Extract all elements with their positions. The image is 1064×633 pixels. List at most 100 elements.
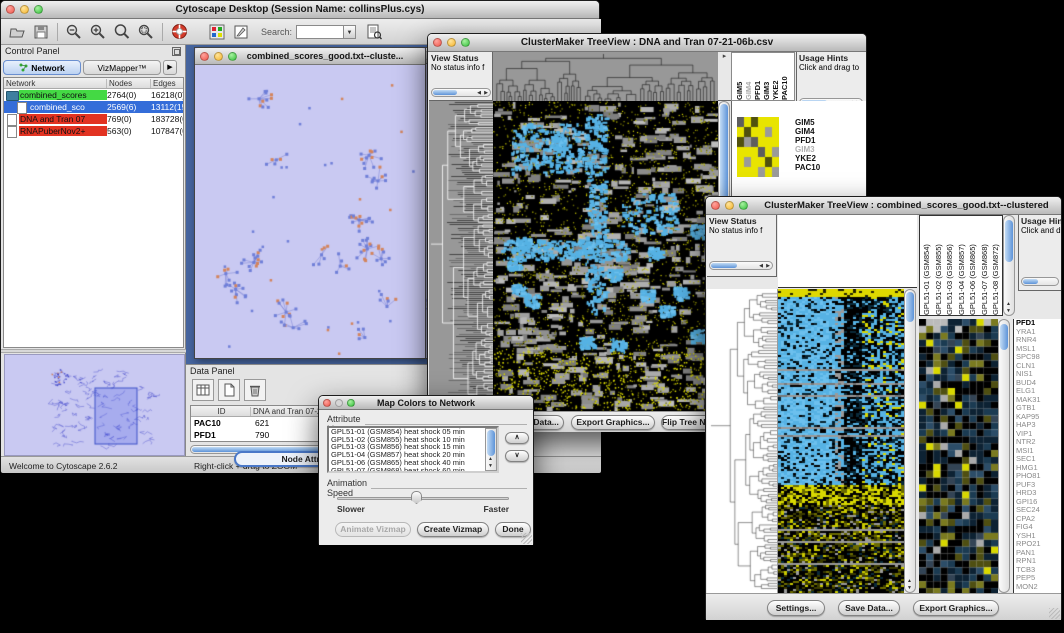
select-attributes-icon[interactable] bbox=[192, 379, 214, 401]
network-window-1[interactable]: combined_scores_good.txt--cluste... bbox=[194, 47, 426, 359]
network-table-header[interactable]: Network Nodes Edges bbox=[4, 78, 183, 89]
usage-hints-hscrollbar[interactable] bbox=[1021, 277, 1059, 286]
zoom-window-icon[interactable] bbox=[739, 201, 748, 210]
scroll-down-icon[interactable]: ▼ bbox=[1006, 308, 1011, 314]
scroll-left-icon[interactable]: ◀ bbox=[759, 263, 763, 269]
scroll-left-icon[interactable]: ◀ bbox=[477, 90, 481, 96]
speed-slider-thumb[interactable] bbox=[411, 491, 422, 504]
column-label[interactable]: PAC10 bbox=[780, 53, 788, 100]
scroll-right-icon[interactable]: ▶ bbox=[766, 263, 770, 269]
scrollbar-thumb[interactable] bbox=[711, 263, 737, 268]
move-down-button[interactable]: ∨ bbox=[505, 450, 529, 462]
column-label[interactable]: GPL51-03 (GSM856) bbox=[945, 216, 957, 315]
scroll-up-icon[interactable]: ▲ bbox=[488, 456, 493, 462]
column-label[interactable]: GPL51-04 (GSM857) bbox=[957, 216, 969, 315]
column-label[interactable]: GPL51-08 (GSM872) bbox=[991, 216, 1003, 315]
treeview1-titlebar[interactable]: ClusterMaker TreeView : DNA and Tran 07-… bbox=[428, 34, 866, 52]
scroll-down-icon[interactable]: ▼ bbox=[488, 463, 493, 469]
col-id[interactable]: ID bbox=[191, 407, 251, 416]
tab-vizmapper[interactable]: VizMapper™ bbox=[83, 60, 161, 75]
vizmap-icon[interactable] bbox=[205, 20, 229, 44]
scroll-up-icon[interactable]: ▲ bbox=[907, 578, 912, 584]
scroll-right-icon[interactable]: ▶ bbox=[484, 90, 488, 96]
minimize-icon[interactable] bbox=[20, 5, 29, 14]
mini-heatmap-canvas[interactable] bbox=[737, 117, 779, 177]
zoom-window-icon[interactable] bbox=[347, 399, 355, 407]
scrollbar-thumb[interactable] bbox=[433, 90, 457, 95]
search-combobox[interactable]: ▼ bbox=[296, 25, 356, 39]
gene-label[interactable]: PFD1 bbox=[795, 136, 820, 145]
zoom-in-icon[interactable] bbox=[86, 20, 110, 44]
search-dropdown-icon[interactable]: ▼ bbox=[344, 25, 356, 39]
column-label[interactable]: GPL51-07 (GSM868) bbox=[980, 216, 992, 315]
table-row[interactable]: RNAPuberNov2+ 563(0) 107847(0) bbox=[4, 125, 183, 137]
column-label[interactable]: GPL51-06 (GSM865) bbox=[968, 216, 980, 315]
heatmap-vscrollbar[interactable]: ▲ ▼ bbox=[904, 289, 916, 593]
close-icon[interactable] bbox=[711, 201, 720, 210]
treeview2-titlebar[interactable]: ClusterMaker TreeView : combined_scores_… bbox=[706, 197, 1061, 215]
column-label[interactable]: GPL51-02 (GSM855) bbox=[934, 216, 946, 315]
animate-vizmap-button[interactable]: Animate Vizmap bbox=[335, 522, 411, 537]
gene-label[interactable]: GIM5 bbox=[795, 118, 820, 127]
annotation-icon[interactable] bbox=[229, 20, 253, 44]
row-dendrogram-canvas[interactable] bbox=[429, 101, 493, 411]
gene-label[interactable]: MON2 bbox=[1016, 583, 1061, 592]
save-data-button[interactable]: Save Data... bbox=[838, 600, 900, 616]
panel-splitter[interactable] bbox=[1, 349, 186, 353]
col-edges[interactable]: Edges bbox=[151, 79, 183, 88]
close-icon[interactable] bbox=[6, 5, 15, 14]
settings-button[interactable]: Settings... bbox=[767, 600, 825, 616]
zoom-fit-icon[interactable] bbox=[110, 20, 134, 44]
create-vizmap-button[interactable]: Create Vizmap bbox=[417, 522, 489, 537]
network-window-1-titlebar[interactable]: combined_scores_good.txt--cluste... bbox=[195, 48, 425, 65]
close-icon[interactable] bbox=[433, 38, 442, 47]
zoom-out-icon[interactable] bbox=[62, 20, 86, 44]
save-session-icon[interactable] bbox=[29, 20, 53, 44]
column-label[interactable]: PFD1 bbox=[753, 53, 761, 100]
minimize-icon[interactable] bbox=[335, 399, 343, 407]
tab-network[interactable]: Network bbox=[3, 60, 81, 75]
heatmap-canvas[interactable] bbox=[778, 289, 904, 593]
minimize-icon[interactable] bbox=[725, 201, 734, 210]
network-overview-canvas[interactable] bbox=[4, 354, 185, 456]
col-network[interactable]: Network bbox=[4, 79, 107, 88]
resize-grip[interactable] bbox=[521, 533, 532, 544]
table-row[interactable]: combined_sco 2569(6) 13112(15) bbox=[4, 101, 183, 113]
close-icon[interactable] bbox=[200, 52, 209, 61]
column-label[interactable]: GIM3 bbox=[762, 53, 770, 100]
column-label[interactable]: GIM4 bbox=[744, 53, 752, 100]
table-row[interactable]: combined_scores 2764(0) 16218(0) bbox=[4, 89, 183, 101]
export-graphics-button[interactable]: Export Graphics... bbox=[571, 415, 655, 430]
scroll-up-icon[interactable]: ▲ bbox=[1006, 301, 1011, 307]
scrollbar-thumb[interactable] bbox=[1005, 220, 1013, 262]
zoomed-heatmap-canvas[interactable] bbox=[919, 319, 998, 593]
zoom-selected-icon[interactable] bbox=[134, 20, 158, 44]
attribute-item[interactable]: GPL51-07 (GSM868) heat shock 60 min bbox=[329, 467, 497, 473]
table-row[interactable]: DNA and Tran 07 769(0) 183728(0) bbox=[4, 113, 183, 125]
view-status-hscrollbar[interactable]: ◀ ▶ bbox=[709, 261, 773, 270]
export-graphics-button[interactable]: Export Graphics... bbox=[913, 600, 999, 616]
dialog-titlebar[interactable]: Map Colors to Network bbox=[319, 396, 533, 410]
scrollbar-thumb[interactable] bbox=[1000, 324, 1008, 350]
minimize-icon[interactable] bbox=[447, 38, 456, 47]
gene-label[interactable]: GIM4 bbox=[795, 127, 820, 136]
minimize-icon[interactable] bbox=[214, 52, 223, 61]
row-dendrogram-canvas[interactable] bbox=[707, 289, 778, 593]
gene-label[interactable]: PAC10 bbox=[795, 163, 820, 172]
scroll-down-icon[interactable]: ▼ bbox=[907, 585, 912, 591]
network-view-canvas[interactable] bbox=[195, 65, 425, 358]
close-icon[interactable] bbox=[323, 399, 331, 407]
col-nodes[interactable]: Nodes bbox=[107, 79, 151, 88]
float-panel-icon[interactable] bbox=[172, 47, 181, 56]
zoom-window-icon[interactable] bbox=[34, 5, 43, 14]
expand-icon[interactable]: ▸ bbox=[723, 53, 727, 60]
resize-grip[interactable] bbox=[1049, 608, 1060, 619]
scrollbar-thumb[interactable] bbox=[906, 292, 914, 322]
move-up-button[interactable]: ∧ bbox=[505, 432, 529, 444]
zoom-window-icon[interactable] bbox=[461, 38, 470, 47]
delete-attribute-icon[interactable] bbox=[244, 379, 266, 401]
search-input[interactable] bbox=[296, 25, 344, 39]
gene-label[interactable]: YKE2 bbox=[795, 154, 820, 163]
scrollbar-thumb[interactable] bbox=[1023, 279, 1038, 284]
column-label[interactable]: YKE2 bbox=[771, 53, 779, 100]
